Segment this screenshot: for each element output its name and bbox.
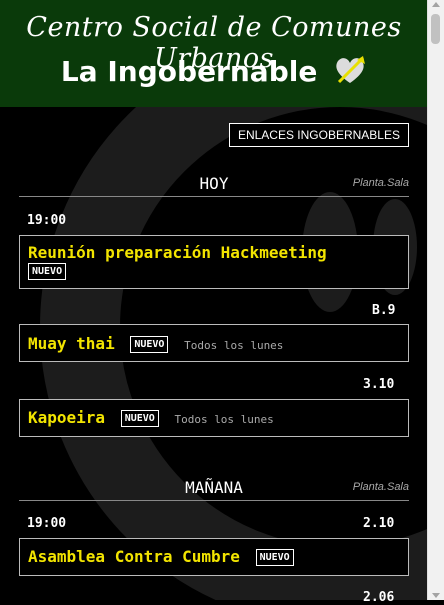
event-room: B.9 [372, 303, 396, 318]
event-card[interactable]: Muay thai NUEVO Todos los lunes [19, 324, 409, 362]
new-badge: NUEVO [28, 263, 67, 280]
event-name[interactable]: Asamblea Contra Cumbre [28, 547, 240, 566]
new-badge: NUEVO [120, 410, 159, 427]
site-title-text: La Ingobernable [60, 55, 318, 88]
new-badge: NUEVO [255, 549, 294, 566]
event-name[interactable]: Kapoeira [28, 408, 105, 427]
event-time: 19:00 [27, 213, 67, 228]
event-card[interactable]: Asamblea Contra Cumbre NUEVO [19, 538, 409, 576]
scroll-down-arrow-icon[interactable] [432, 593, 440, 598]
event-recurrence: Todos los lunes [174, 413, 274, 426]
event-card[interactable]: Kapoeira NUEVO Todos los lunes [19, 399, 409, 437]
room-column-label: Planta.Sala [352, 177, 409, 189]
day-label: HOY [199, 174, 229, 193]
new-badge: NUEVO [130, 336, 169, 353]
scroll-up-arrow-icon[interactable] [432, 2, 440, 7]
event-room: 3.10 [363, 377, 395, 392]
page-scrollbar[interactable] [427, 0, 444, 600]
room-column-label: Planta.Sala [352, 481, 409, 493]
event-name[interactable]: Muay thai [28, 334, 115, 353]
event-card[interactable]: Reunión preparación Hackmeeting NUEVO [19, 235, 409, 289]
event-room: 2.06 [363, 590, 395, 605]
event-name[interactable]: Reunión preparación Hackmeeting [28, 243, 327, 262]
event-recurrence: Todos los lunes [184, 339, 284, 352]
site-header: Centro Social de Comunes Urbanos La Ingo… [0, 0, 428, 107]
scrollbar-thumb[interactable] [431, 14, 440, 44]
event-room: 2.10 [363, 516, 395, 531]
day-label: MAÑANA [185, 478, 243, 497]
day-header-today: HOY Planta.Sala [19, 172, 409, 197]
links-button[interactable]: ENLACES INGOBERNABLES [228, 123, 409, 147]
heart-arrow-icon [336, 56, 366, 84]
event-time: 19:00 [27, 516, 67, 531]
day-header-tomorrow: MAÑANA Planta.Sala [19, 476, 409, 501]
site-title[interactable]: La Ingobernable [0, 55, 428, 88]
